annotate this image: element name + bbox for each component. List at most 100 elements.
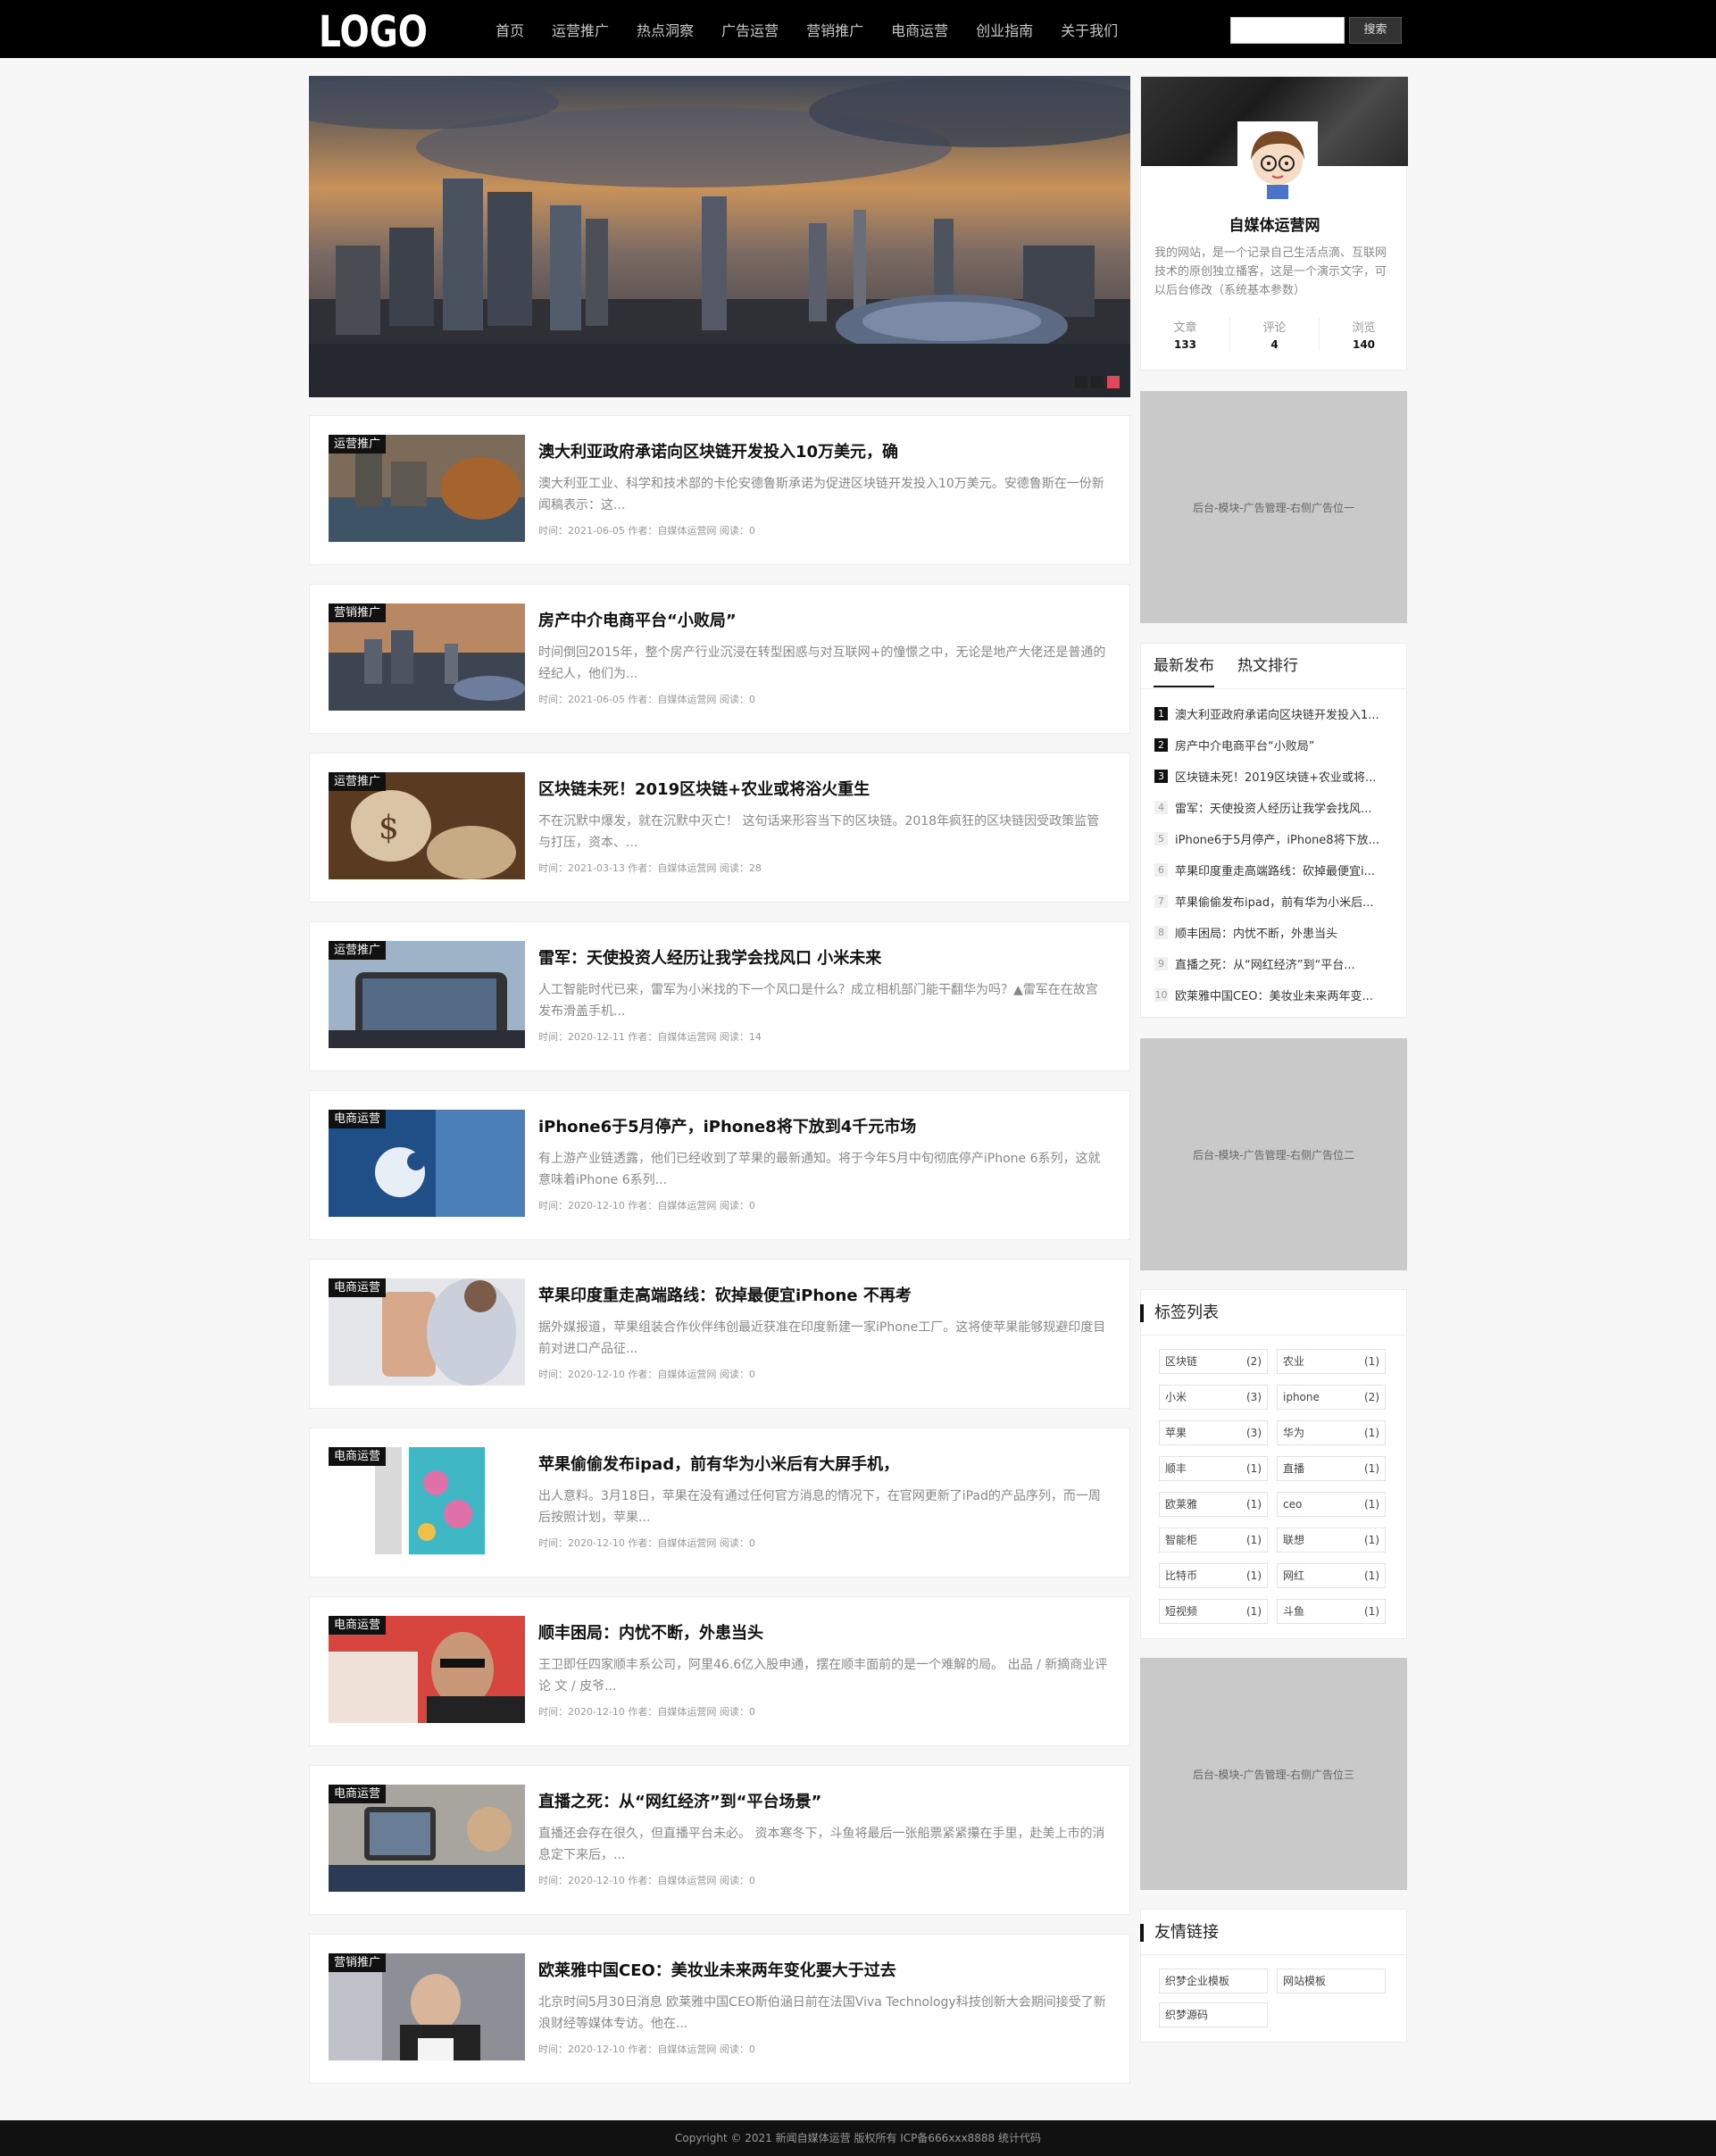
article-title[interactable]: 苹果印度重走高端路线：砍掉最便宜iPhone 不再考 [538,1283,1110,1306]
list-item-title[interactable]: 苹果偷偷发布ipad，前有华为小米后... [1175,893,1373,910]
tab-latest[interactable]: 最新发布 [1154,653,1214,687]
article-card[interactable]: 电商运营 iPhone6于5月停产，iPhone8将下放到4千元市场 有上游产业… [309,1090,1130,1240]
tag-name[interactable]: iphone [1283,1386,1320,1409]
list-item-title[interactable]: 顺丰困局：内忧不断，外患当头 [1175,924,1337,941]
article-card[interactable]: 营销推广 欧莱雅中国CEO：美妆业未来两年变化要大于过去 北京时间5月30日消息… [309,1934,1130,2084]
tag-item[interactable]: 比特币 (1) [1159,1563,1268,1588]
article-thumbnail[interactable]: 电商运营 [329,1785,525,1892]
carousel-dot[interactable] [1091,376,1104,388]
article-thumbnail[interactable]: 营销推广 [329,604,525,711]
tag-item[interactable]: 联想 (1) [1277,1528,1386,1552]
nav-item-marketing[interactable]: 营销推广 [806,19,863,40]
category-tag[interactable]: 运营推广 [329,435,387,454]
tag-name[interactable]: 网红 [1283,1564,1304,1587]
tag-name[interactable]: 农业 [1283,1350,1304,1373]
category-tag[interactable]: 电商运营 [329,1785,387,1803]
article-title[interactable]: 欧莱雅中国CEO：美妆业未来两年变化要大于过去 [538,1958,1110,1981]
tag-name[interactable]: ceo [1283,1493,1302,1516]
article-card[interactable]: 运营推广 雷军：天使投资人经历让我学会找风口 小米未来 人工智能时代已来，雷军为… [309,921,1130,1071]
tag-item[interactable]: 网红 (1) [1277,1563,1386,1588]
list-item[interactable]: 8 顺丰困局：内忧不断，外患当头 [1154,924,1397,941]
list-item[interactable]: 4 雷军：天使投资人经历让我学会找风... [1154,799,1397,816]
list-item-title[interactable]: 苹果印度重走高端路线：砍掉最便宜i... [1175,862,1375,878]
list-item[interactable]: 5 iPhone6于5月停产，iPhone8将下放... [1154,830,1397,847]
list-item[interactable]: 1 澳大利亚政府承诺向区块链开发投入1... [1154,705,1397,722]
list-item[interactable]: 6 苹果印度重走高端路线：砍掉最便宜i... [1154,862,1397,878]
tag-item[interactable]: 区块链 (2) [1159,1349,1268,1374]
list-item[interactable]: 10 欧莱雅中国CEO：美妆业未来两年变... [1154,986,1397,1003]
ad-slot-2[interactable]: 后台-模块-广告管理-右侧广告位二 [1140,1038,1407,1270]
tag-name[interactable]: 智能柜 [1165,1528,1197,1552]
article-thumbnail[interactable]: 运营推广 [329,435,525,542]
nav-item-hot[interactable]: 热点洞察 [637,19,694,40]
article-card[interactable]: 营销推广 房产中介电商平台“小败局” 时间倒回2015年，整个房产行业沉浸在转型… [309,584,1130,734]
article-title[interactable]: 直播之死：从“网红经济”到“平台场景” [538,1789,1110,1812]
ad-slot-1[interactable]: 后台-模块-广告管理-右侧广告位一 [1140,391,1407,623]
search-input[interactable] [1230,17,1345,44]
article-card[interactable]: 运营推广 澳大利亚政府承诺向区块链开发投入10万美元，确 澳大利亚工业、科学和技… [309,415,1130,565]
tag-name[interactable]: 顺丰 [1165,1457,1187,1480]
article-card[interactable]: 电商运营 苹果偷偷发布ipad，前有华为小米后有大屏手机， 出人意料。3月18日… [309,1428,1130,1577]
article-thumbnail[interactable]: 营销推广 [329,1953,525,2060]
article-thumbnail[interactable]: 运营推广 [329,941,525,1048]
link-label[interactable]: 织梦企业模板 [1165,1969,1229,1993]
friend-link[interactable]: 织梦源码 [1159,2002,1268,2027]
friend-link[interactable]: 网站模板 [1277,1969,1386,1994]
tag-item[interactable]: 顺丰 (1) [1159,1456,1268,1481]
list-item-title[interactable]: 房产中介电商平台“小败局” [1175,737,1314,753]
article-card[interactable]: 电商运营 苹果印度重走高端路线：砍掉最便宜iPhone 不再考 据外媒报道，苹果… [309,1259,1130,1409]
article-title[interactable]: iPhone6于5月停产，iPhone8将下放到4千元市场 [538,1114,1110,1137]
tag-name[interactable]: 苹果 [1165,1421,1187,1444]
list-item-title[interactable]: 雷军：天使投资人经历让我学会找风... [1175,799,1371,816]
nav-item-startup[interactable]: 创业指南 [976,19,1033,40]
list-item[interactable]: 7 苹果偷偷发布ipad，前有华为小米后... [1154,893,1397,910]
tag-name[interactable]: 区块链 [1165,1350,1197,1373]
carousel-dot-active[interactable] [1107,376,1120,388]
tag-name[interactable]: 斗鱼 [1283,1600,1304,1623]
list-item[interactable]: 3 区块链未死！2019区块链+农业或将... [1154,768,1397,785]
article-title[interactable]: 区块链未死！2019区块链+农业或将浴火重生 [538,777,1110,800]
article-card[interactable]: 电商运营 直播之死：从“网红经济”到“平台场景” 直播还会存在很久，但直播平台未… [309,1765,1130,1915]
category-tag[interactable]: 电商运营 [329,1616,387,1635]
article-title[interactable]: 雷军：天使投资人经历让我学会找风口 小米未来 [538,945,1110,969]
tag-item[interactable]: 斗鱼 (1) [1277,1599,1386,1624]
tab-popular[interactable]: 热文排行 [1237,653,1298,687]
hero-banner[interactable] [309,76,1130,397]
article-title[interactable]: 顺丰困局：内忧不断，外患当头 [538,1620,1110,1644]
tag-item[interactable]: 直播 (1) [1277,1456,1386,1481]
article-thumbnail[interactable]: $ 运营推广 [329,772,525,879]
tag-item[interactable]: 短视频 (1) [1159,1599,1268,1624]
link-label[interactable]: 网站模板 [1283,1969,1326,1993]
tag-item[interactable]: 华为 (1) [1277,1420,1386,1445]
tag-item[interactable]: 智能柜 (1) [1159,1528,1268,1552]
tag-name[interactable]: 比特币 [1165,1564,1197,1587]
tag-name[interactable]: 短视频 [1165,1600,1197,1623]
tag-item[interactable]: 小米 (3) [1159,1385,1268,1410]
nav-item-operations[interactable]: 运营推广 [552,19,609,40]
tag-name[interactable]: 小米 [1165,1386,1187,1409]
tag-item[interactable]: 欧莱雅 (1) [1159,1492,1268,1517]
category-tag[interactable]: 营销推广 [329,1953,387,1972]
category-tag[interactable]: 电商运营 [329,1278,387,1297]
list-item-title[interactable]: 澳大利亚政府承诺向区块链开发投入1... [1175,705,1379,722]
category-tag[interactable]: 电商运营 [329,1447,387,1466]
list-item[interactable]: 2 房产中介电商平台“小败局” [1154,737,1397,753]
article-thumbnail[interactable]: 电商运营 [329,1278,525,1386]
nav-item-about[interactable]: 关于我们 [1061,19,1118,40]
category-tag[interactable]: 电商运营 [329,1110,387,1128]
list-item-title[interactable]: iPhone6于5月停产，iPhone8将下放... [1175,830,1379,847]
tag-item[interactable]: ceo (1) [1277,1492,1386,1517]
article-thumbnail[interactable]: 电商运营 [329,1616,525,1723]
article-card[interactable]: $ 运营推广 区块链未死！2019区块链+农业或将浴火重生 不在沉默中爆发，就在… [309,753,1130,903]
tag-name[interactable]: 欧莱雅 [1165,1493,1197,1516]
article-thumbnail[interactable]: 电商运营 [329,1447,525,1554]
list-item-title[interactable]: 区块链未死！2019区块链+农业或将... [1175,768,1376,785]
list-item-title[interactable]: 直播之死：从“网红经济”到“平台... [1175,955,1355,972]
category-tag[interactable]: 运营推广 [329,941,387,960]
tag-item[interactable]: iphone (2) [1277,1385,1386,1410]
tag-name[interactable]: 华为 [1283,1421,1304,1444]
nav-item-ads[interactable]: 广告运营 [721,19,779,40]
list-item[interactable]: 9 直播之死：从“网红经济”到“平台... [1154,955,1397,972]
ad-slot-3[interactable]: 后台-模块-广告管理-右侧广告位三 [1140,1658,1407,1890]
article-title[interactable]: 苹果偷偷发布ipad，前有华为小米后有大屏手机， [538,1452,1110,1475]
